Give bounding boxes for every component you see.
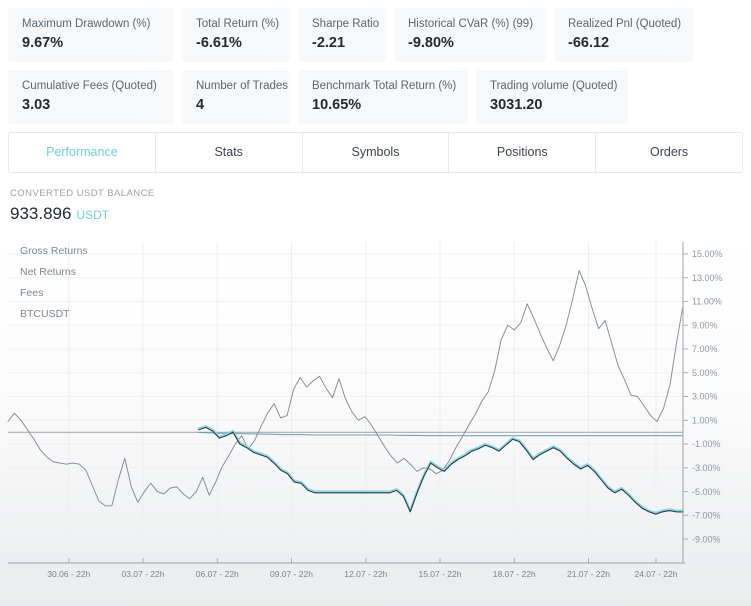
legend-item-gross-returns[interactable]: Gross Returns <box>20 245 88 257</box>
stat-card-value: 3031.20 <box>490 97 543 113</box>
y-axis-label: -5.00% <box>692 487 721 497</box>
y-axis-label: 11.00% <box>692 297 722 307</box>
performance-chart[interactable]: 15.00% 13.00% 11.00% 9.00% 7.00% 5.00% 3.00% 1.… <box>0 236 751 606</box>
tab-stats[interactable]: Stats <box>155 133 303 172</box>
stat-card-value: 4 <box>196 97 205 113</box>
y-axis-label: -3.00% <box>692 463 721 473</box>
y-axis-label: 7.00% <box>692 344 718 354</box>
converted-balance: CONVERTED USDT BALANCE 933.896 USDT <box>0 173 751 224</box>
legend-item-net-returns[interactable]: Net Returns <box>20 266 76 278</box>
stat-card-label: Sharpe Ratio <box>312 18 380 30</box>
y-axis-label: 5.00% <box>692 368 718 378</box>
chart-canvas[interactable]: 15.00% 13.00% 11.00% 9.00% 7.00% 5.00% 3.00% 1.… <box>0 236 751 606</box>
tab-positions[interactable]: Positions <box>449 133 597 172</box>
stat-card: Realized Pnl (Quoted) -66.12 <box>554 8 694 62</box>
y-axis-label: -9.00% <box>692 534 721 544</box>
y-axis-label: -1.00% <box>692 439 721 449</box>
tab-symbols[interactable]: Symbols <box>302 133 450 172</box>
stat-card-value: -66.12 <box>568 35 610 51</box>
stat-row-1: Maximum Drawdown (%) 9.67% Total Return (%… <box>8 8 743 62</box>
balance-value-line: 933.896 USDT <box>10 204 751 224</box>
stat-card-label: Maximum Drawdown (%) <box>22 18 151 30</box>
performance-dashboard: Maximum Drawdown (%) 9.67% Total Return (%… <box>0 0 751 606</box>
tab-performance[interactable]: Performance <box>9 133 156 172</box>
stat-card: Historical CVaR (%) (99) -9.80% <box>394 8 546 62</box>
x-axis-label: 18.07 - 22h <box>493 569 536 579</box>
x-axis-label: 12.07 - 22h <box>344 569 387 579</box>
stat-card: Maximum Drawdown (%) 9.67% <box>8 8 174 62</box>
stat-card-label: Realized Pnl (Quoted) <box>568 18 682 30</box>
y-axis-label: 9.00% <box>692 320 718 330</box>
legend-item-btcusdt[interactable]: BTCUSDT <box>20 308 70 320</box>
stat-card: Number of Trades 4 <box>182 70 290 124</box>
y-axis-label: 3.00% <box>692 392 718 402</box>
stat-card-value: -9.80% <box>408 35 454 51</box>
stat-card: Trading volume (Quoted) 3031.20 <box>476 70 628 124</box>
legend-item-fees[interactable]: Fees <box>20 287 43 299</box>
x-axis-label: 06.07 - 22h <box>196 569 239 579</box>
stat-card: Total Return (%) -6.61% <box>182 8 290 62</box>
stat-card-label: Number of Trades <box>196 80 289 92</box>
stat-card-value: 9.67% <box>22 35 64 51</box>
stat-card-value: -2.21 <box>312 35 346 51</box>
y-axis-label: 1.00% <box>692 416 718 426</box>
stat-card-label: Total Return (%) <box>196 18 280 30</box>
stat-card-label: Benchmark Total Return (%) <box>312 80 457 92</box>
stat-card-value: 10.65% <box>312 97 362 113</box>
balance-label: CONVERTED USDT BALANCE <box>10 188 155 199</box>
stat-card: Sharpe Ratio -2.21 <box>298 8 386 62</box>
x-axis-label: 21.07 - 22h <box>567 569 610 579</box>
stats-summary: Maximum Drawdown (%) 9.67% Total Return (%… <box>0 0 751 124</box>
stat-card-value: 3.03 <box>22 97 51 113</box>
x-axis-label: 15.07 - 22h <box>418 569 461 579</box>
chart-background <box>0 236 751 606</box>
x-axis-label: 30.06 - 22h <box>47 569 90 579</box>
tab-orders[interactable]: Orders <box>596 133 742 172</box>
stat-card-label: Historical CVaR (%) (99) <box>408 18 534 30</box>
x-axis-label: 24.07 - 22h <box>634 569 677 579</box>
balance-amount: 933.896 <box>10 204 72 223</box>
balance-currency: USDT <box>76 208 110 222</box>
y-axis-label: 15.00% <box>692 249 723 259</box>
tab-bar: Performance Stats Symbols Positions Orders <box>8 132 743 173</box>
stat-row-2: Cumulative Fees (Quoted) 3.03 Number of Tr… <box>8 70 743 124</box>
stat-card-value: -6.61% <box>196 35 242 51</box>
stat-card-label: Trading volume (Quoted) <box>490 80 618 92</box>
stat-card: Benchmark Total Return (%) 10.65% <box>298 70 468 124</box>
y-axis-label: -7.00% <box>692 511 721 521</box>
stat-card-label: Cumulative Fees (Quoted) <box>22 80 157 92</box>
x-axis-label: 09.07 - 22h <box>270 569 313 579</box>
x-axis-label: 03.07 - 22h <box>121 569 164 579</box>
y-axis-label: 13.00% <box>692 273 723 283</box>
stat-card: Cumulative Fees (Quoted) 3.03 <box>8 70 174 124</box>
